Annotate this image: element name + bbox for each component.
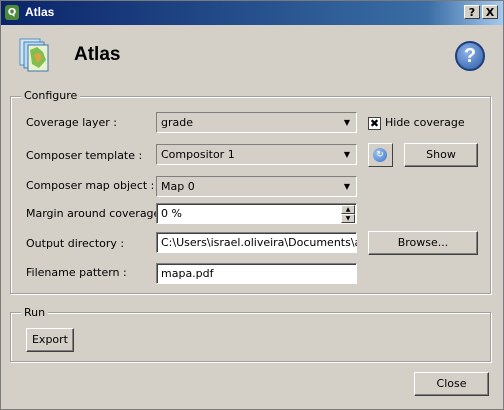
margin-value: 0 % [161,207,182,220]
composer-template-select[interactable]: Compositor 1 ▼ [156,144,357,165]
show-button[interactable]: Show [404,143,478,167]
hide-coverage-label: Hide coverage [385,116,465,129]
chevron-down-icon: ▼ [343,150,351,159]
chevron-down-icon: ▼ [343,118,351,127]
coverage-layer-label: Coverage layer : [26,116,117,129]
close-title-button[interactable]: X [482,5,498,19]
filename-pattern-value: mapa.pdf [161,267,214,280]
title-bar: Q Atlas ? X [1,1,503,25]
browse-button[interactable]: Browse... [368,231,478,255]
export-button[interactable]: Export [26,328,74,352]
run-group [10,312,491,362]
help-icon[interactable]: ? [455,41,485,71]
configure-group-title: Configure [21,89,81,102]
composer-map-object-label: Composer map object : [26,179,155,192]
coverage-layer-value: grade [161,116,193,129]
refresh-icon: ↻ [373,148,387,162]
hide-coverage-checkbox[interactable]: ✖ [368,117,381,130]
page-title: Atlas [74,44,121,65]
spin-up-icon[interactable]: ▲ [341,205,355,214]
window-title: Atlas [25,5,55,19]
output-directory-label: Output directory : [26,237,125,250]
qgis-icon: Q [5,5,19,20]
filename-pattern-label: Filename pattern : [26,266,127,279]
spin-down-icon[interactable]: ▼ [341,214,355,223]
composer-map-object-value: Map 0 [161,180,195,193]
refresh-button[interactable]: ↻ [368,143,393,167]
chevron-down-icon: ▼ [343,182,351,191]
composer-template-label: Composer template : [26,149,143,162]
atlas-dialog: Q Atlas ? X Atlas ? Configure Coverage l… [0,0,504,410]
margin-spinbox[interactable]: 0 % ▲ ▼ [156,203,357,224]
filename-pattern-input[interactable]: mapa.pdf [156,263,357,284]
help-title-button[interactable]: ? [464,5,480,19]
composer-map-object-select[interactable]: Map 0 ▼ [156,176,357,197]
output-directory-input[interactable]: C:\Users\israel.oliveira\Documents\atlas [156,232,357,253]
composer-template-value: Compositor 1 [161,148,235,161]
atlas-map-icon [19,38,49,72]
output-directory-value: C:\Users\israel.oliveira\Documents\atlas [161,236,357,249]
margin-label: Margin around coverage : [26,207,168,220]
close-button[interactable]: Close [414,372,489,396]
run-group-title: Run [21,306,49,319]
coverage-layer-select[interactable]: grade ▼ [156,112,357,133]
